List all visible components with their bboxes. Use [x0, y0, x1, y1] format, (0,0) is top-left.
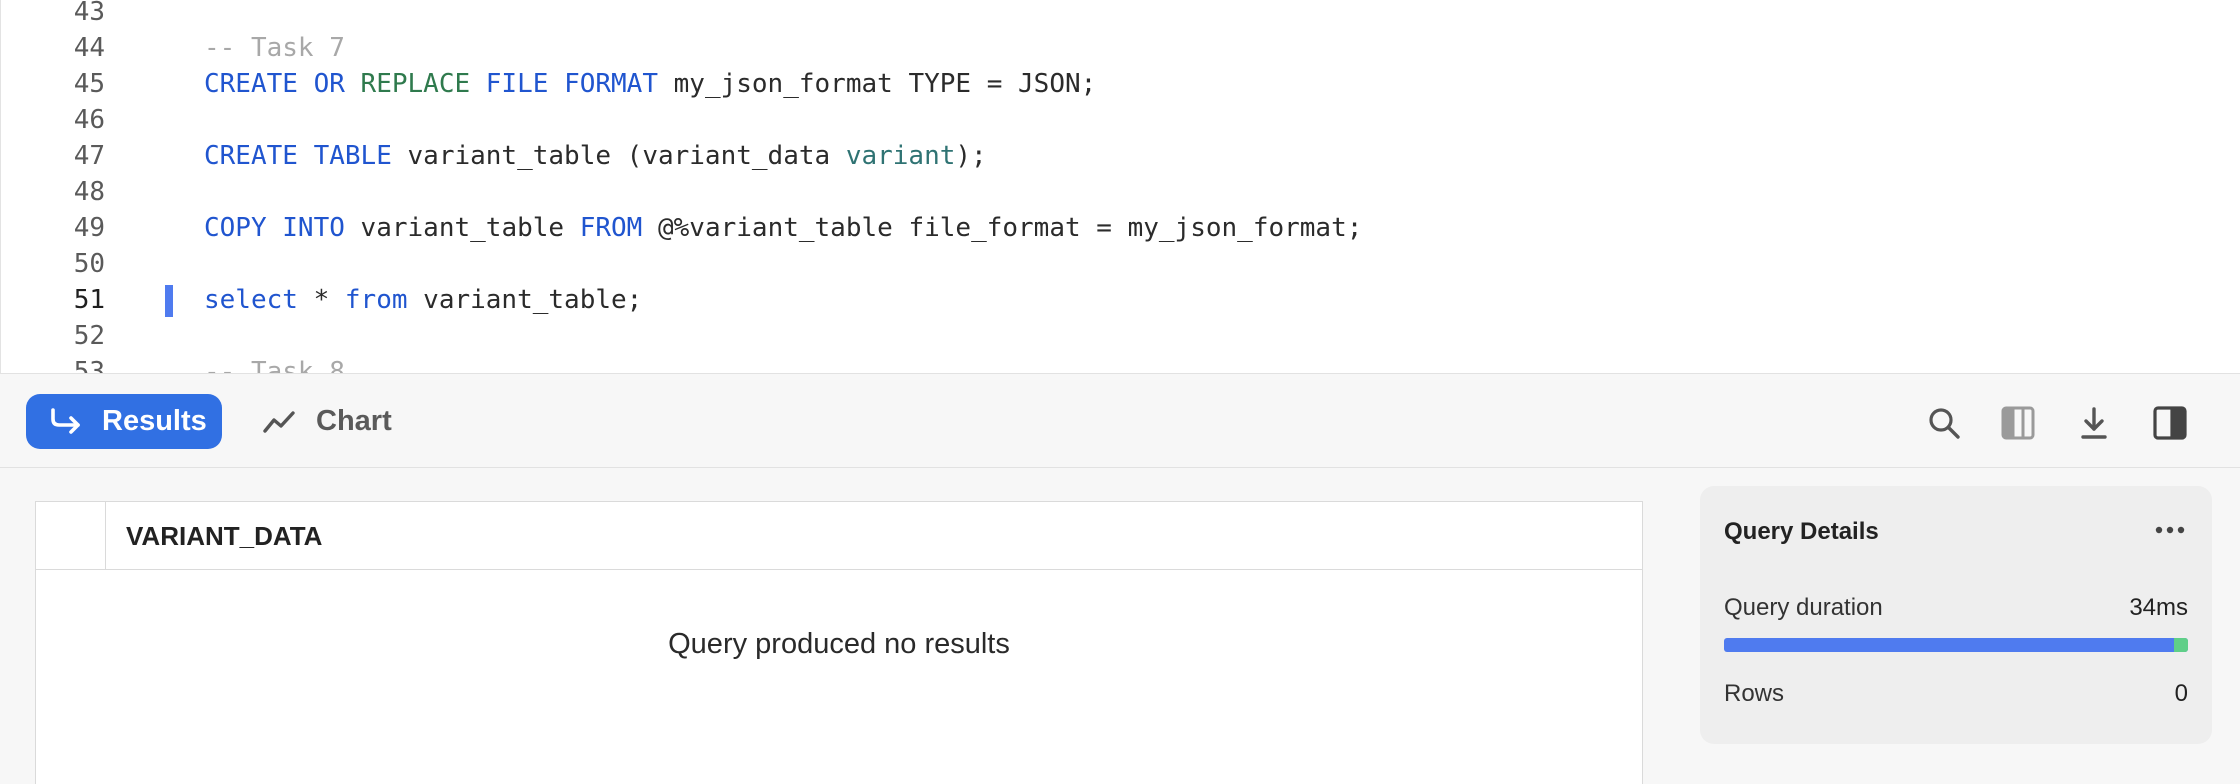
rows-label: Rows — [1724, 680, 1785, 707]
line-number: 52 — [73, 321, 105, 351]
row-number-header — [36, 502, 106, 570]
download-icon[interactable] — [2076, 405, 2112, 441]
line-number: 51 — [73, 285, 105, 315]
code-line[interactable]: 44 -- Task 7 — [1, 30, 2240, 66]
code-text: COPY INTO variant_table FROM @%variant_t… — [204, 210, 1362, 246]
line-number: 49 — [73, 213, 105, 243]
code-token: -- Task 8 — [204, 357, 345, 373]
code-token: variant_table; — [407, 285, 643, 315]
code-token: variant_table — [344, 213, 580, 243]
line-number: 50 — [73, 249, 105, 279]
tab-chart[interactable]: Chart — [262, 394, 392, 449]
line-number: 45 — [73, 69, 105, 99]
code-token: -- Task 7 — [204, 33, 345, 63]
code-line[interactable]: 45 CREATE OR REPLACE FILE FORMAT my_json_… — [1, 66, 2240, 102]
code-token: * — [297, 285, 345, 315]
line-number: 48 — [73, 177, 105, 207]
code-line[interactable]: 49 COPY INTO variant_table FROM @%variant… — [1, 210, 2240, 246]
line-number: 44 — [73, 33, 105, 63]
code-token: ); — [955, 141, 987, 171]
code-line[interactable]: 53 -- Task 8 — [1, 354, 2240, 373]
code-line[interactable]: 50 — [1, 246, 2240, 282]
line-number: 53 — [73, 357, 105, 373]
tab-results[interactable]: Results — [26, 394, 222, 449]
query-duration-bar-segment — [2174, 638, 2188, 652]
code-token: OR — [313, 69, 345, 99]
code-token: COPY — [204, 213, 267, 243]
line-number: 47 — [73, 141, 105, 171]
empty-results-message: Query produced no results — [668, 628, 1010, 660]
code-token: FILE — [485, 69, 549, 99]
query-duration-label: Query duration — [1724, 594, 1883, 621]
code-text: select * from variant_table; — [204, 282, 642, 318]
code-text: CREATE TABLE variant_table (variant_data… — [204, 138, 987, 174]
code-line[interactable]: 51 select * from variant_table; — [1, 282, 2240, 318]
grid-header: VARIANT_DATA — [36, 502, 1642, 570]
columns-icon[interactable] — [2000, 405, 2036, 441]
line-number: 46 — [73, 105, 105, 135]
split-panel-icon[interactable] — [2152, 405, 2188, 441]
code-token: INTO — [282, 213, 345, 243]
code-line[interactable]: 47 CREATE TABLE variant_table (variant_da… — [1, 138, 2240, 174]
query-duration-value: 34ms — [2129, 594, 2188, 621]
code-token: variant — [845, 141, 956, 171]
tab-chart-label: Chart — [316, 405, 392, 437]
code-line[interactable]: 43 — [1, 0, 2240, 30]
code-token: CREATE — [204, 141, 298, 171]
query-details-panel: Query Details Query duration 34ms Rows 0 — [1700, 486, 2212, 744]
code-token: FORMAT — [564, 69, 658, 99]
code-token: @%variant_table file_format = my_json_fo… — [642, 213, 1363, 243]
code-token: my_json_format TYPE = JSON; — [657, 69, 1097, 99]
current-statement-marker — [165, 285, 173, 317]
code-token: REPLACE — [360, 69, 471, 99]
code-text: -- Task 8 — [204, 354, 345, 373]
query-details-title: Query Details — [1724, 518, 1879, 545]
code-token: select — [204, 285, 298, 315]
code-line[interactable]: 52 — [1, 318, 2240, 354]
line-chart-icon — [263, 410, 295, 433]
code-token: CREATE — [204, 69, 298, 99]
more-options-icon[interactable] — [2152, 520, 2188, 540]
return-arrow-icon — [51, 407, 80, 434]
rows-value: 0 — [2174, 680, 2188, 707]
results-toolbar: Results Chart — [0, 373, 2240, 468]
code-token: variant_table (variant_data — [391, 141, 846, 171]
column-header-variant-data[interactable]: VARIANT_DATA — [126, 502, 322, 570]
code-token: TABLE — [313, 141, 392, 171]
code-line[interactable]: 48 — [1, 174, 2240, 210]
results-grid: VARIANT_DATA Query produced no results — [35, 501, 1643, 784]
code-line[interactable]: 46 — [1, 102, 2240, 138]
code-token: from — [344, 285, 408, 315]
line-number: 43 — [73, 0, 105, 27]
search-icon[interactable] — [1926, 405, 1962, 441]
query-duration-bar — [1724, 638, 2188, 652]
code-text: CREATE OR REPLACE FILE FORMAT my_json_fo… — [204, 66, 1096, 102]
code-text: -- Task 7 — [204, 30, 345, 66]
tab-results-label: Results — [102, 405, 207, 437]
code-token: FROM — [579, 213, 643, 243]
sql-editor[interactable]: 43 44 -- Task 7 45 CREATE OR REPLACE FILE FO… — [0, 0, 2240, 373]
